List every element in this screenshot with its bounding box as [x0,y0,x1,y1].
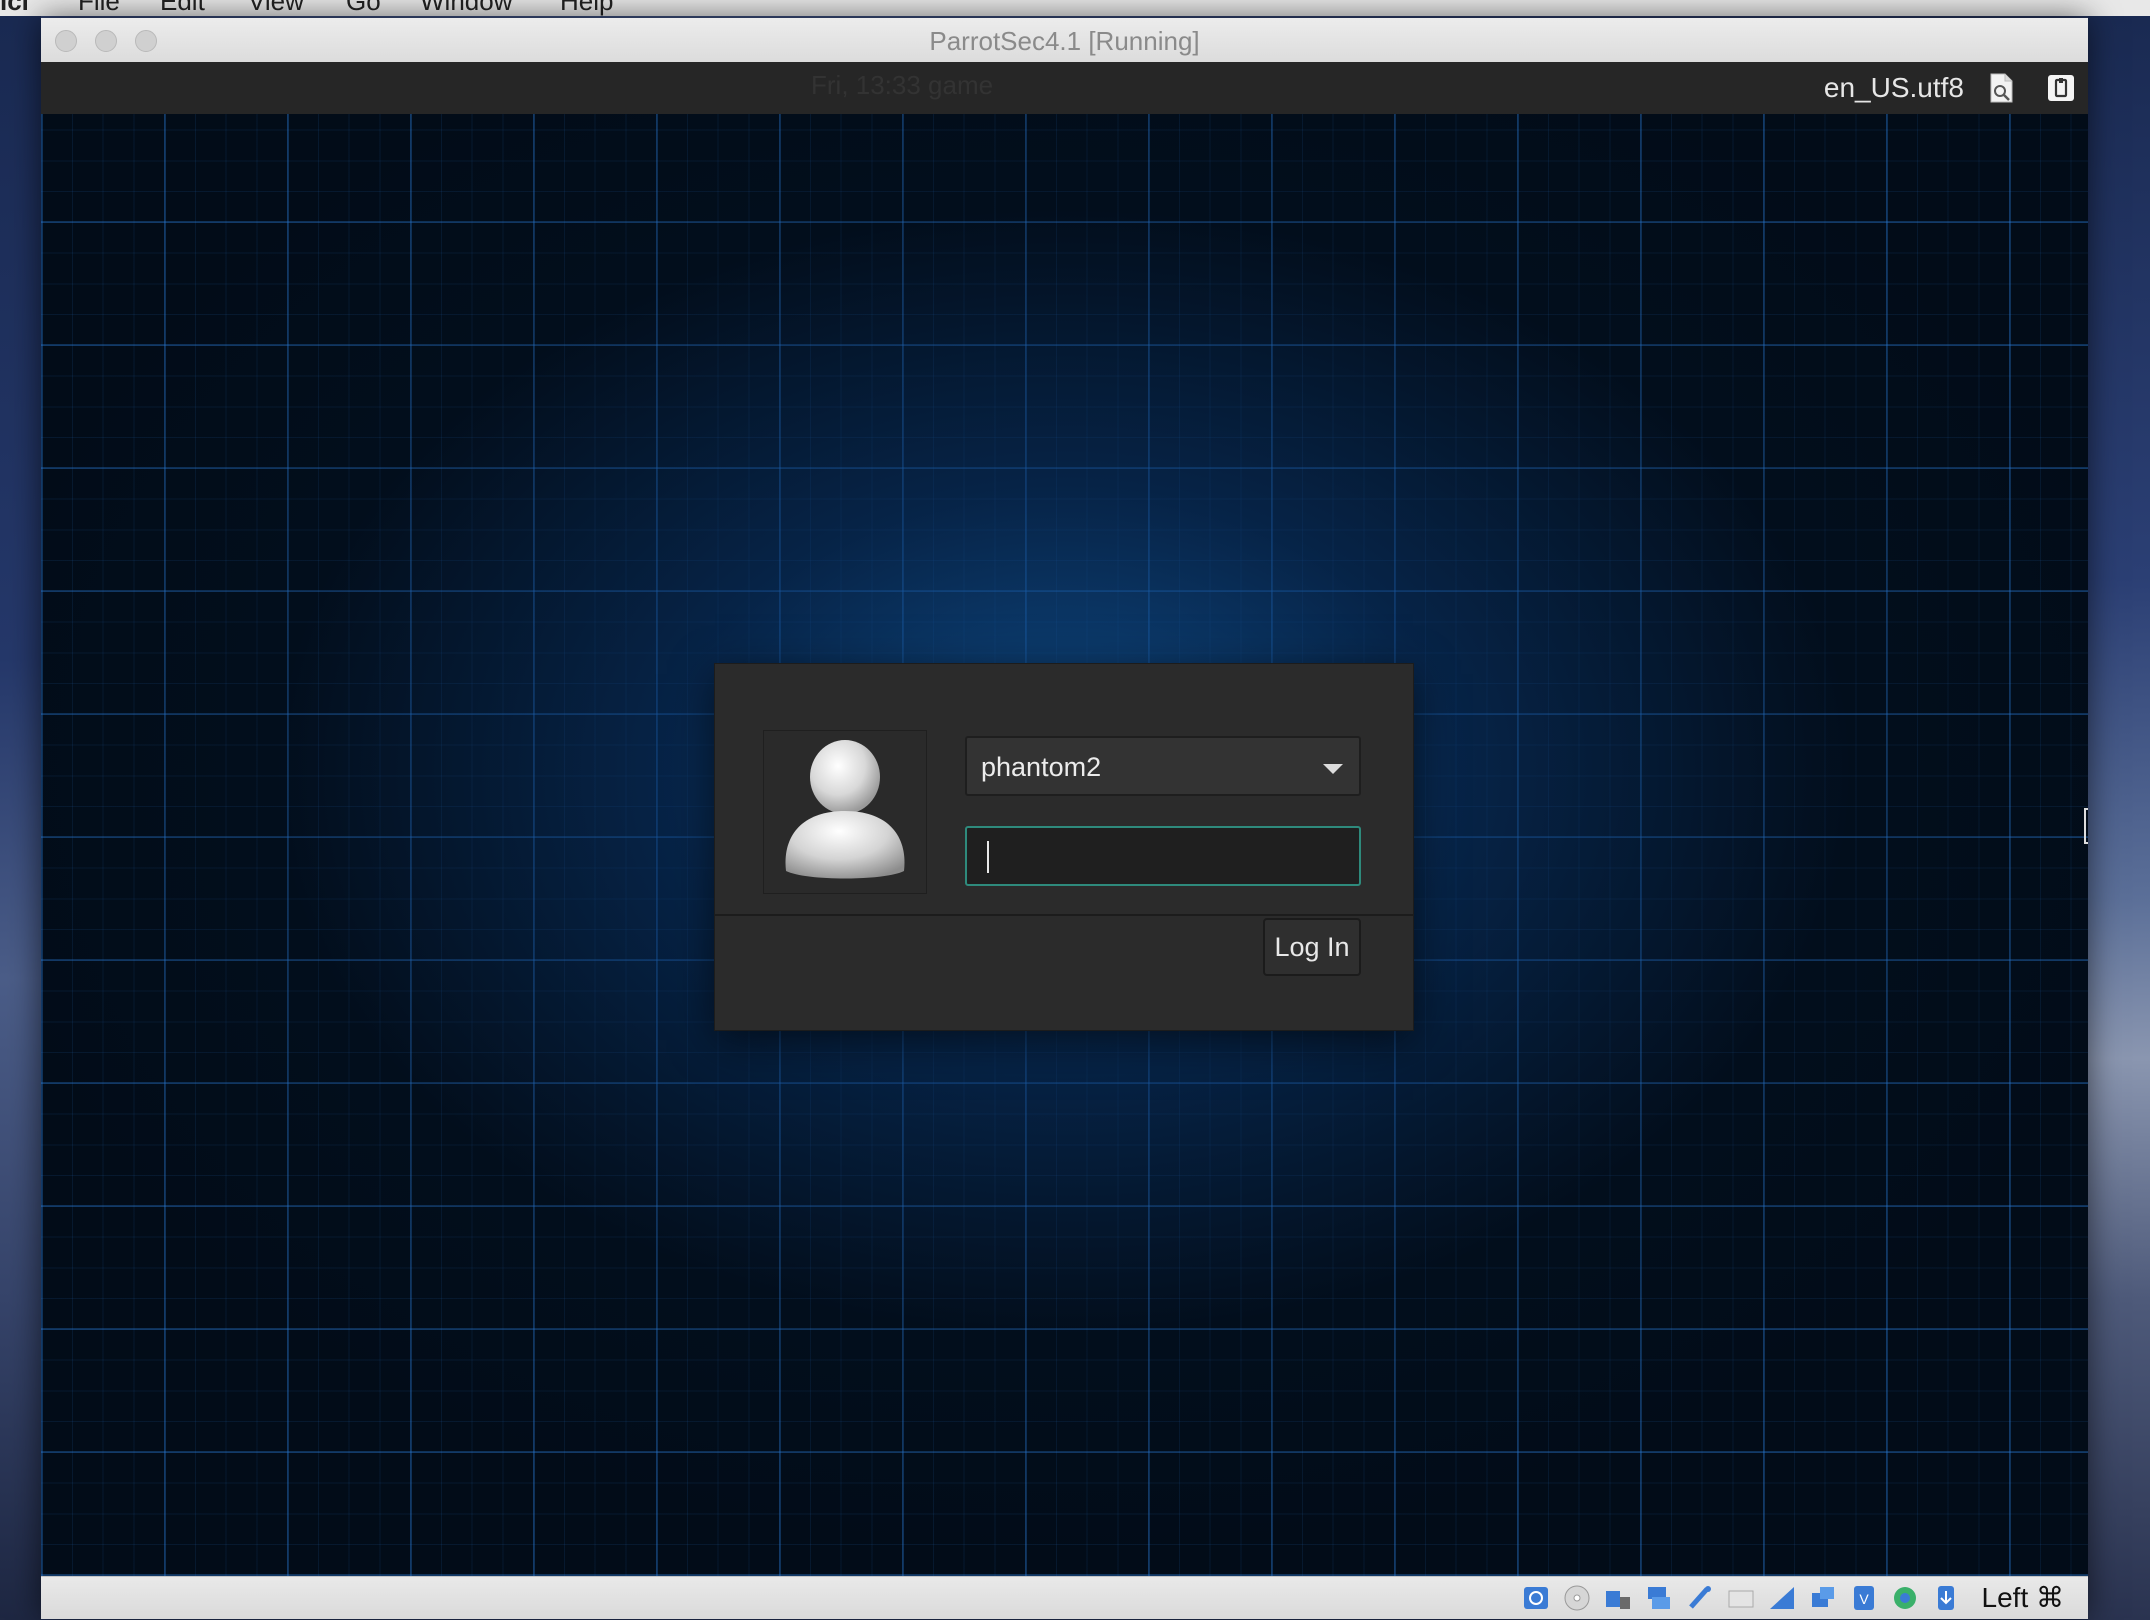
avatar [763,730,927,894]
host-menu-edit[interactable]: Edit [160,0,205,16]
window-title: ParrotSec4.1 [Running] [929,26,1200,56]
optical-drive-icon[interactable] [1562,1583,1592,1613]
username-value: phantom2 [981,752,1102,782]
host-menu-view[interactable]: View [248,0,304,16]
document-icon[interactable] [1986,72,2016,104]
display-icon[interactable] [1767,1583,1797,1613]
shared-folders-icon[interactable] [1726,1583,1756,1613]
audio-icon[interactable] [1603,1583,1633,1613]
chevron-down-icon[interactable] [1323,764,1343,774]
host-menu-window[interactable]: Window [420,0,512,16]
vm-window: ParrotSec4.1 [Running] Fri, 13:33 game e… [41,18,2088,1619]
user-avatar-icon [785,740,905,879]
guest-top-panel: Fri, 13:33 game en_US.utf8 [41,62,2088,114]
vm-status-bar: V Left ⌘ [41,1576,2088,1619]
resize-handle[interactable] [2084,808,2088,844]
password-field[interactable] [965,826,1361,886]
dialog-divider [715,914,1413,916]
mouse-integration-icon[interactable] [1931,1583,1961,1613]
locale-indicator[interactable]: en_US.utf8 [1824,72,1964,104]
host-menu-help[interactable]: Help [560,0,613,16]
host-app-menu[interactable]: lcl [0,0,29,16]
panel-clock: Fri, 13:33 game [811,70,994,100]
svg-text:V: V [1859,1591,1869,1607]
hard-disk-icon[interactable] [1521,1583,1551,1613]
username-dropdown[interactable]: phantom2 [965,736,1361,796]
network-icon[interactable] [1644,1583,1674,1613]
host-menu-file[interactable]: File [78,0,120,16]
video-capture-icon[interactable] [1808,1583,1838,1613]
host-menubar: lcl File Edit View Go Window Help [0,0,2150,16]
host-key-label: Left ⌘ [1981,1582,2064,1613]
guest-additions-icon[interactable] [1890,1583,1920,1613]
login-button[interactable]: Log In [1263,918,1361,976]
host-menu-go[interactable]: Go [346,0,381,16]
usb-icon[interactable] [1685,1583,1715,1613]
login-dialog: phantom2 Log In [715,664,1413,1030]
guest-desktop: phantom2 Log In [41,114,2088,1576]
power-icon[interactable] [2046,72,2076,104]
window-titlebar[interactable]: ParrotSec4.1 [Running] [41,18,2088,63]
cpu-icon[interactable]: V [1849,1583,1879,1613]
text-cursor [987,841,989,873]
host-desktop-wallpaper-right [2088,16,2150,1620]
host-desktop-wallpaper-left [0,16,41,1620]
